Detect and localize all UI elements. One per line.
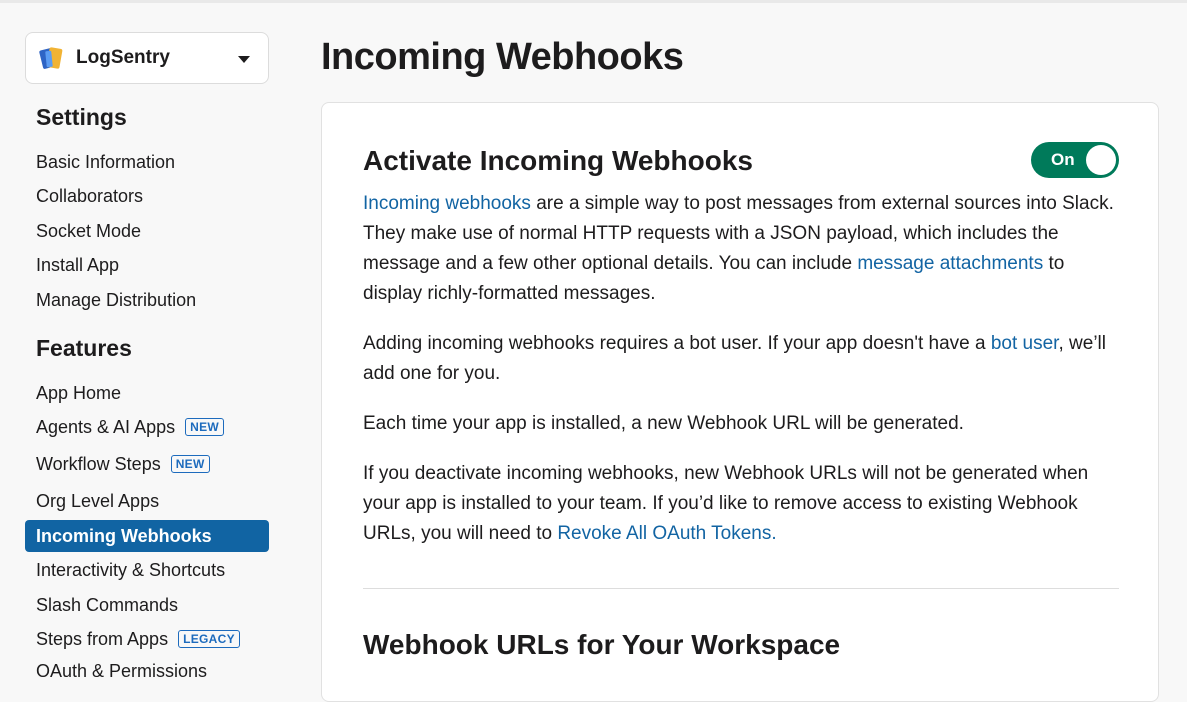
sidebar-item-socket-mode[interactable]: Socket Mode [25,215,269,247]
sidebar-item-install-app[interactable]: Install App [25,249,269,281]
deactivate-paragraph: If you deactivate incoming webhooks, new… [363,463,1089,544]
sidebar-item-label: Install App [36,254,120,275]
chevron-down-icon [238,56,250,63]
sidebar-item-manage-distribution[interactable]: Manage Distribution [25,284,269,316]
intro-paragraph: Incoming webhooks are a simple way to po… [363,193,1114,304]
revoke-oauth-tokens-link[interactable]: Revoke All OAuth Tokens. [557,523,776,544]
sidebar-item-collaborators[interactable]: Collaborators [25,180,269,212]
bot-user-link[interactable]: bot user [991,333,1059,354]
sidebar-item-label: Workflow Steps [36,453,161,474]
app-logo-icon [38,45,64,71]
sidebar-item-app-home[interactable]: App Home [25,377,269,409]
sidebar-item-label: Org Level Apps [36,490,160,511]
activate-webhooks-toggle[interactable]: On [1031,142,1119,178]
activate-webhooks-heading: Activate Incoming Webhooks [363,145,753,176]
sidebar-item-org-level-apps[interactable]: Org Level Apps [25,485,269,517]
sidebar-item-incoming-webhooks[interactable]: Incoming Webhooks [25,520,269,552]
sidebar-item-label: Incoming Webhooks [36,525,212,546]
sidebar-item-label: Collaborators [36,185,144,206]
toggle-knob [1086,145,1116,175]
sidebar-item-label: Agents & AI Apps [36,416,176,437]
sidebar-item-label: Basic Information [36,151,176,172]
sidebar-item-basic-information[interactable]: Basic Information [25,146,269,178]
sidebar-item-label: Slash Commands [36,594,179,615]
toggle-label: On [1051,150,1075,169]
sidebar-item-steps-from-apps[interactable]: Steps from Apps LEGACY [25,623,269,655]
sidebar-item-label: App Home [36,382,122,403]
settings-section-title: Settings [36,104,127,130]
app-selector-dropdown[interactable]: LogSentry [25,32,269,84]
sidebar-item-interactivity-shortcuts[interactable]: Interactivity & Shortcuts [25,554,269,586]
new-badge: NEW [185,418,225,436]
install-paragraph: Each time your app is installed, a new W… [363,413,964,434]
app-name: LogSentry [76,47,170,68]
sidebar-item-label: Steps from Apps [36,628,169,649]
webhook-urls-heading: Webhook URLs for Your Workspace [363,629,841,660]
sidebar: LogSentry Settings Basic Information Col… [0,0,290,681]
features-section-title: Features [36,335,132,361]
webhooks-settings-card: Activate Incoming Webhooks On Incoming w… [321,102,1159,702]
sidebar-item-slash-commands[interactable]: Slash Commands [25,589,269,621]
sidebar-item-label: Interactivity & Shortcuts [36,559,226,580]
sidebar-item-label: Socket Mode [36,220,142,241]
sidebar-item-agents-ai-apps[interactable]: Agents & AI Apps NEW [25,411,269,443]
sidebar-item-label: OAuth & Permissions [36,660,208,681]
page-title: Incoming Webhooks [321,36,684,78]
section-divider [363,588,1119,589]
incoming-webhooks-link[interactable]: Incoming webhooks [363,193,531,214]
sidebar-item-label: Manage Distribution [36,289,197,310]
sidebar-item-workflow-steps[interactable]: Workflow Steps NEW [25,448,269,480]
bot-user-paragraph: Adding incoming webhooks requires a bot … [363,333,1106,384]
message-attachments-link[interactable]: message attachments [857,253,1043,274]
sidebar-item-oauth-permissions[interactable]: OAuth & Permissions [25,655,269,687]
new-badge: NEW [170,455,210,473]
legacy-badge: LEGACY [178,630,240,648]
